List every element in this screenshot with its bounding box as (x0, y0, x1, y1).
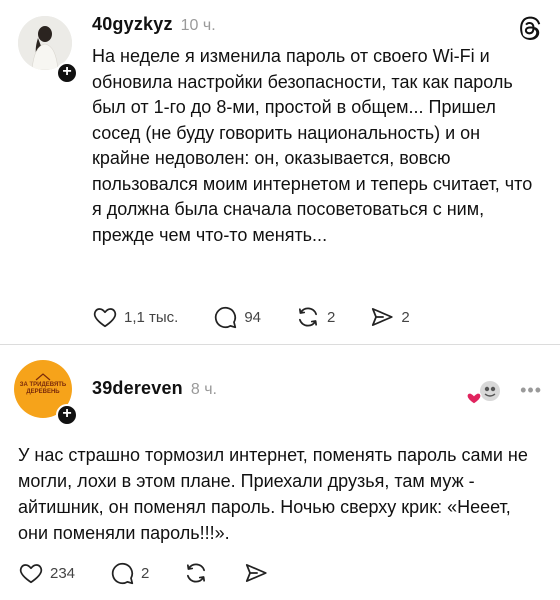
like-count: 1,1 тыс. (124, 308, 179, 326)
share-button[interactable] (243, 560, 269, 586)
reply-count: 94 (244, 308, 262, 326)
threads-logo-icon[interactable] (518, 16, 542, 40)
reply-button[interactable]: 2 (109, 560, 149, 586)
username[interactable]: 39dereven (92, 378, 183, 399)
avatar-logo-text: ЗА ТРИДЕВЯТЬ ДЕРЕВЕНЬ (19, 382, 67, 395)
reply-count: 2 (141, 564, 150, 582)
share-button[interactable]: 2 (369, 304, 410, 330)
username[interactable]: 40gyzkyz (92, 14, 173, 35)
follow-plus-icon[interactable]: + (56, 404, 78, 426)
follow-plus-icon[interactable]: + (56, 62, 78, 84)
heart-icon (93, 308, 117, 328)
like-button[interactable]: 1,1 тыс. (92, 304, 178, 330)
send-icon (372, 308, 393, 326)
post-card: + 40gyzkyz 10 ч. На неделе я изменила па… (0, 0, 560, 340)
like-button[interactable]: 234 (18, 560, 75, 586)
speech-bubble-icon (111, 562, 134, 585)
post-header: 39dereven 8 ч. (92, 378, 217, 399)
more-dots-icon[interactable]: ••• (520, 380, 542, 401)
liked-by-avatar-icon[interactable] (466, 378, 502, 408)
post-divider (0, 344, 560, 345)
post-time: 8 ч. (190, 381, 217, 398)
repost-arrows-icon (187, 563, 206, 583)
post-header: 40gyzkyz 10 ч. (92, 14, 216, 35)
heart-icon (19, 564, 43, 584)
share-count: 2 (401, 308, 410, 326)
repost-button[interactable]: 2 (295, 304, 335, 330)
post-text: На неделе я изменила пароль от своего Wi… (92, 46, 533, 245)
repost-button[interactable] (183, 560, 209, 586)
post-actions: 1,1 тыс. 94 2 2 (92, 304, 444, 330)
send-icon (246, 564, 267, 582)
speech-bubble-icon (215, 306, 237, 329)
reply-button[interactable]: 94 (212, 304, 261, 330)
post-actions: 234 2 (18, 560, 303, 586)
post-time: 10 ч. (180, 17, 216, 34)
repost-arrows-icon (299, 307, 318, 327)
like-count: 234 (50, 564, 76, 582)
post-text: У нас страшно тормозил интернет, поменят… (18, 445, 528, 543)
repost-count: 2 (327, 308, 336, 326)
